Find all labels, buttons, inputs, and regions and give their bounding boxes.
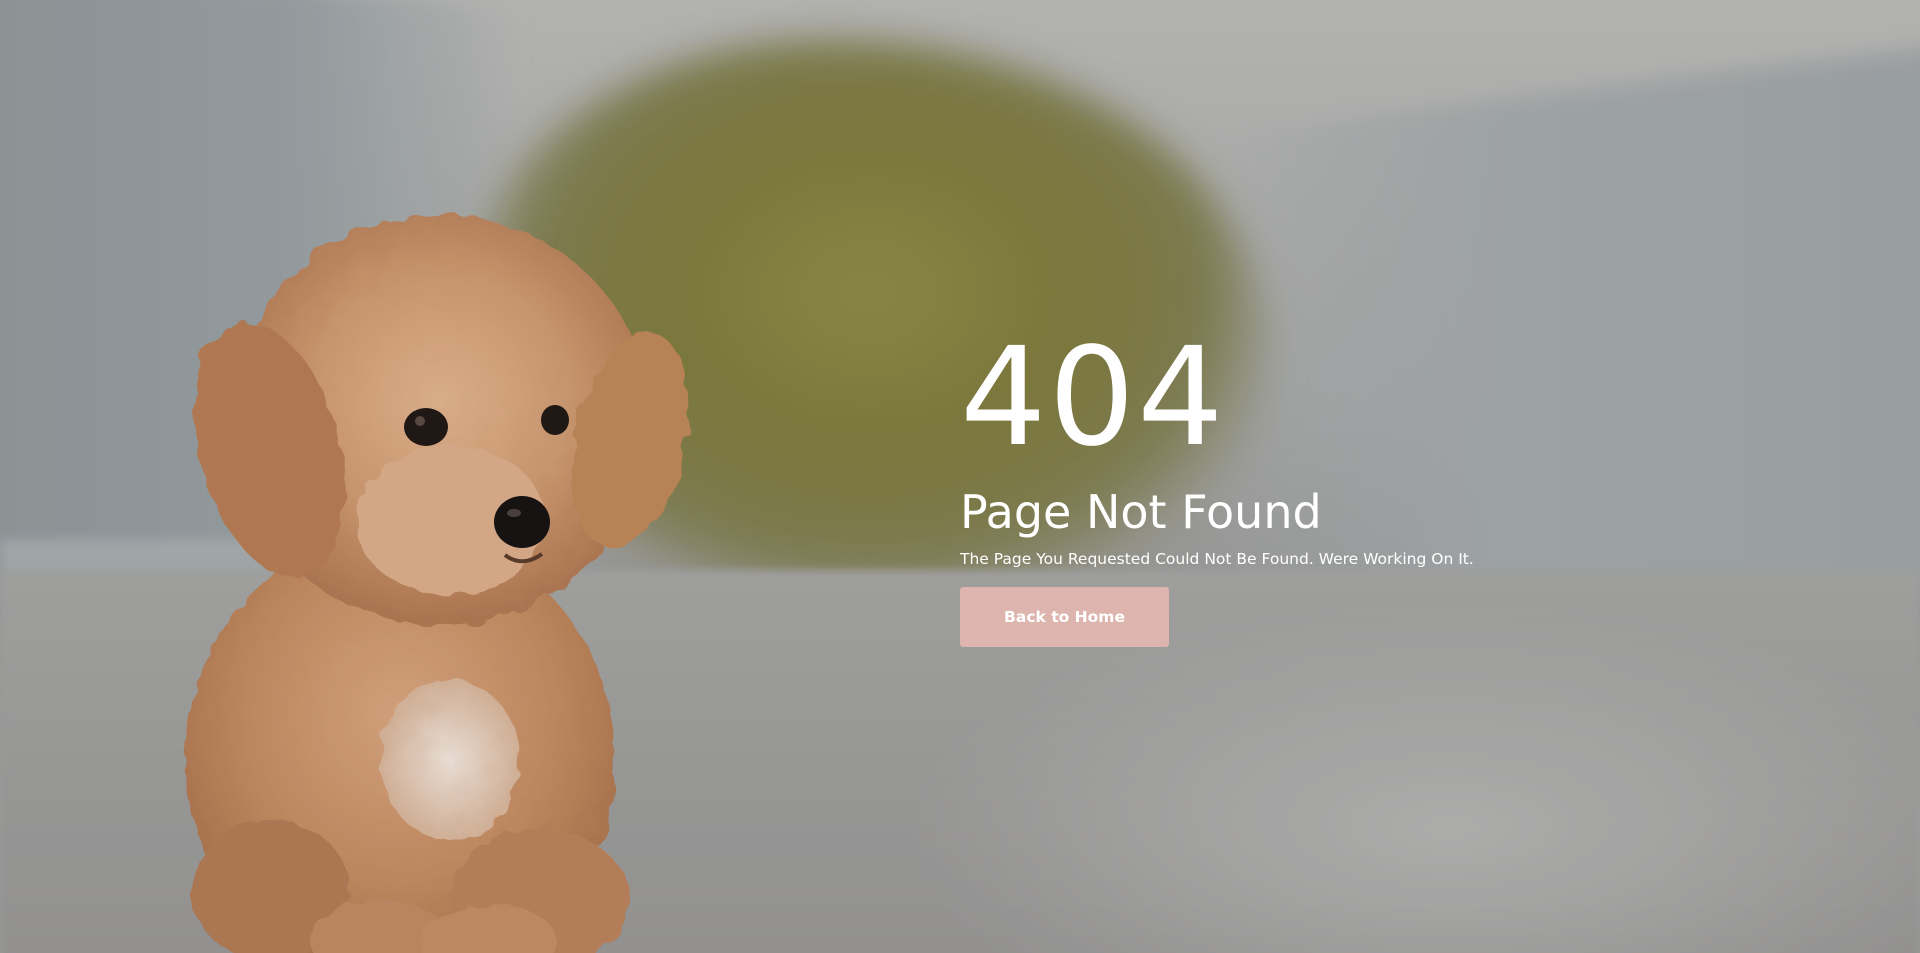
error-code: 404 — [960, 319, 1226, 477]
page-title: Page Not Found — [960, 485, 1322, 539]
back-to-home-button[interactable]: Back to Home — [960, 587, 1169, 647]
page-404: 404 Page Not Found The Page You Requeste… — [0, 0, 1920, 953]
error-content: 404 Page Not Found The Page You Requeste… — [960, 330, 1680, 647]
error-message: The Page You Requested Could Not Be Foun… — [960, 550, 1474, 568]
